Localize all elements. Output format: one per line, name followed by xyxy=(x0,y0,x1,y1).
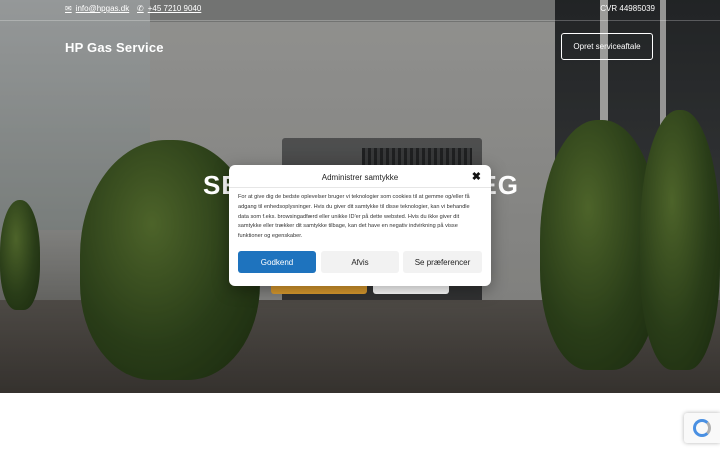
envelope-icon: ✉ xyxy=(65,4,72,13)
close-icon[interactable]: ✖ xyxy=(472,170,481,184)
accept-button[interactable]: Godkend xyxy=(238,251,316,273)
deny-button[interactable]: Afvis xyxy=(321,251,399,273)
phone-link[interactable]: ✆ +45 7210 9040 xyxy=(137,4,201,13)
recaptcha-badge[interactable] xyxy=(684,413,720,443)
email-link[interactable]: ✉ info@hpgas.dk xyxy=(65,4,129,13)
phone-icon: ✆ xyxy=(137,4,144,13)
cookie-consent-dialog: Administrer samtykke ✖ For at give dig d… xyxy=(229,165,491,286)
preferences-button[interactable]: Se præferencer xyxy=(403,251,482,273)
divider xyxy=(229,187,491,188)
email-text: info@hpgas.dk xyxy=(75,4,130,13)
consent-title: Administrer samtykke xyxy=(321,173,399,182)
recaptcha-icon xyxy=(693,419,711,437)
phone-text: +45 7210 9040 xyxy=(147,4,202,13)
site-logo[interactable]: HP Gas Service xyxy=(65,40,164,55)
cvr-number: CVR 44985039 xyxy=(600,4,655,13)
consent-body: For at give dig de bedste oplevelser bru… xyxy=(238,194,470,240)
create-service-agreement-button[interactable]: Opret serviceaftale xyxy=(561,33,653,60)
top-bar: ✉ info@hpgas.dk ✆ +45 7210 9040 CVR 4498… xyxy=(0,0,720,21)
